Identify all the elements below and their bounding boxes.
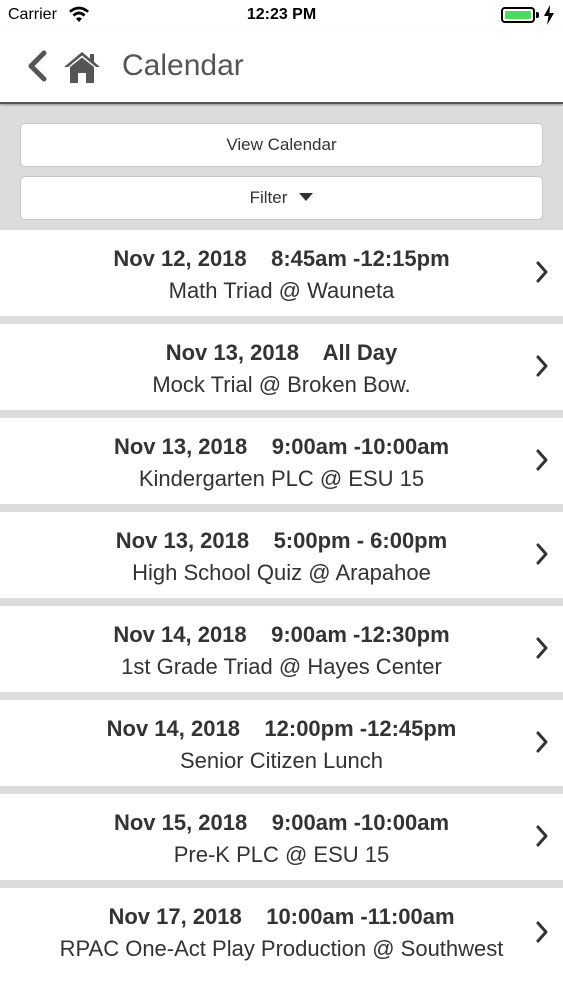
view-calendar-button[interactable]: View Calendar: [20, 123, 543, 167]
battery-tip: [536, 12, 539, 18]
event-title: Mock Trial @ Broken Bow.: [152, 372, 411, 397]
page-title: Calendar: [122, 49, 244, 82]
status-bar: Carrier 12:23 PM: [0, 0, 563, 30]
caret-down-icon: [299, 193, 314, 201]
event-time: 9:00am -10:00am: [271, 434, 450, 459]
event-row[interactable]: Nov 17, 2018 10:00am -11:00am RPAC One-Ac…: [0, 888, 563, 1000]
event-date-time: Nov 15, 2018 9:00am -10:00am: [30, 810, 533, 836]
filter-area: View Calendar Filter: [0, 106, 563, 230]
chevron-right-icon: [536, 261, 548, 283]
event-title: Kindergarten PLC @ ESU 15: [138, 466, 425, 491]
event-time: 9:00am -12:30pm: [271, 622, 450, 647]
event-title: 1st Grade Triad @ Hayes Center: [121, 654, 442, 679]
event-date: Nov 13, 2018: [115, 528, 250, 553]
event-time: 9:00am -10:00am: [271, 810, 450, 835]
filter-label: Filter: [249, 188, 288, 207]
event-row[interactable]: Nov 13, 2018 9:00am -10:00am Kindergarten…: [0, 418, 563, 504]
chevron-right-icon: [536, 921, 548, 943]
view-calendar-label: View Calendar: [226, 135, 337, 154]
chevron-right-icon: [536, 637, 548, 659]
charging-bolt-icon: [544, 5, 554, 25]
event-row[interactable]: Nov 13, 2018 All Day Mock Trial @ Broken …: [0, 324, 563, 410]
event-date: Nov 14, 2018: [113, 622, 247, 647]
navigation-bar: Calendar: [0, 30, 563, 104]
event-row[interactable]: Nov 13, 2018 5:00pm - 6:00pm High School …: [0, 512, 563, 598]
event-row[interactable]: Nov 14, 2018 12:00pm -12:45pm Senior Citi…: [0, 700, 563, 786]
event-time: 12:00pm -12:45pm: [264, 716, 457, 741]
event-date: Nov 14, 2018: [106, 716, 240, 741]
event-date-time: Nov 14, 2018 9:00am -12:30pm: [30, 622, 533, 648]
chevron-right-icon: [536, 825, 548, 847]
event-date-time: Nov 13, 2018 All Day: [30, 340, 533, 366]
status-time: 12:23 PM: [246, 6, 317, 23]
chevron-right-icon: [536, 543, 548, 565]
event-time: 5:00pm - 6:00pm: [273, 528, 448, 553]
event-date: Nov 13, 2018: [113, 434, 248, 459]
event-date: Nov 15, 2018: [113, 810, 248, 835]
event-row[interactable]: Nov 15, 2018 9:00am -10:00am Pre-K PLC @ …: [0, 794, 563, 880]
chevron-left-icon[interactable]: [24, 50, 50, 82]
chevron-right-icon: [536, 731, 548, 753]
event-time: 10:00am -11:00am: [266, 904, 455, 929]
event-title: RPAC One-Act Play Production @ Southwest: [59, 936, 504, 961]
event-title: High School Quiz @ Arapahoe: [132, 560, 431, 585]
event-title: Senior Citizen Lunch: [179, 748, 383, 773]
event-list: Nov 12, 2018 8:45am -12:15pm Math Triad @…: [0, 230, 563, 1000]
event-date-time: Nov 13, 2018 5:00pm - 6:00pm: [30, 528, 533, 554]
event-date: Nov 13, 2018: [165, 340, 300, 365]
event-date-time: Nov 12, 2018 8:45am -12:15pm: [30, 246, 533, 272]
event-row[interactable]: Nov 14, 2018 9:00am -12:30pm 1st Grade Tr…: [0, 606, 563, 692]
event-time: 8:45am -12:15pm: [271, 246, 450, 271]
event-date-time: Nov 13, 2018 9:00am -10:00am: [30, 434, 533, 460]
event-row[interactable]: Nov 12, 2018 8:45am -12:15pm Math Triad @…: [0, 230, 563, 316]
chevron-right-icon: [536, 355, 548, 377]
battery-icon: [501, 7, 535, 23]
event-date: Nov 17, 2018: [108, 904, 242, 929]
event-date-time: Nov 14, 2018 12:00pm -12:45pm: [30, 716, 533, 742]
filter-button[interactable]: Filter: [20, 176, 543, 220]
event-title: Pre-K PLC @ ESU 15: [173, 842, 390, 867]
event-date-time: Nov 17, 2018 10:00am -11:00am: [30, 904, 533, 930]
event-title: Math Triad @ Wauneta: [168, 278, 395, 303]
chevron-right-icon: [536, 449, 548, 471]
event-date: Nov 12, 2018: [113, 246, 247, 271]
event-time: All Day: [322, 340, 398, 365]
home-icon[interactable]: [62, 50, 102, 84]
